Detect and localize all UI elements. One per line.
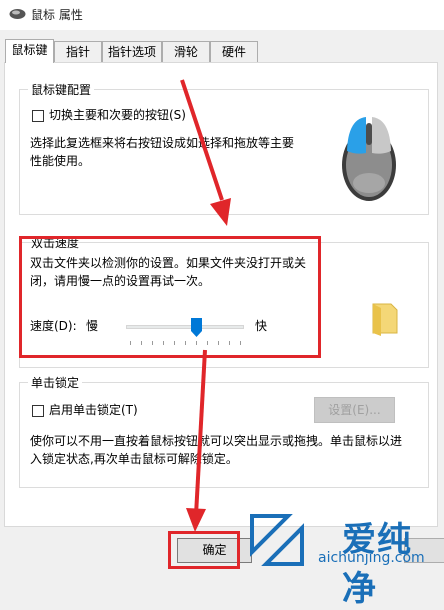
tab-pointer-options[interactable]: 指针选项 — [102, 41, 162, 62]
watermark-logo-icon — [250, 514, 304, 566]
tab-buttons[interactable]: 鼠标键 — [5, 39, 54, 63]
title-bar: 鼠标 属性 — [0, 0, 444, 30]
click-lock-checkbox[interactable] — [32, 405, 44, 417]
click-lock-settings-button[interactable]: 设置(E)... — [314, 397, 395, 423]
click-lock-description-1: 使你可以不用一直按着鼠标按钮就可以突出显示或拖拽。单击鼠标以进 — [30, 434, 403, 448]
mouse-illustration-icon — [342, 117, 396, 201]
tab-hardware[interactable]: 硬件 — [210, 41, 258, 62]
highlight-box — [19, 236, 321, 358]
mouse-app-icon — [9, 9, 26, 19]
ok-highlight-box — [168, 531, 240, 569]
button-config-description-1: 选择此复选框来将右按钮设成如选择和拖放等主要 — [30, 136, 295, 150]
group-title: 鼠标键配置 — [28, 81, 95, 98]
click-lock-label[interactable]: 启用单击锁定(T) — [49, 401, 138, 419]
window-title: 鼠标 属性 — [31, 8, 83, 22]
tab-wheel[interactable]: 滑轮 — [162, 41, 210, 62]
switch-buttons-checkbox[interactable] — [32, 110, 44, 122]
click-lock-description-2: 入锁定状态,再次单击鼠标可解除锁定。 — [30, 452, 238, 466]
watermark-brand-en: aichunjing.com — [318, 550, 425, 566]
folder-icon[interactable] — [367, 300, 403, 336]
button-config-description-2: 性能使用。 — [30, 154, 91, 168]
switch-buttons-label[interactable]: 切换主要和次要的按钮(S) — [49, 106, 186, 124]
tab-pointers[interactable]: 指针 — [54, 41, 102, 62]
group-title: 单击锁定 — [28, 374, 83, 391]
